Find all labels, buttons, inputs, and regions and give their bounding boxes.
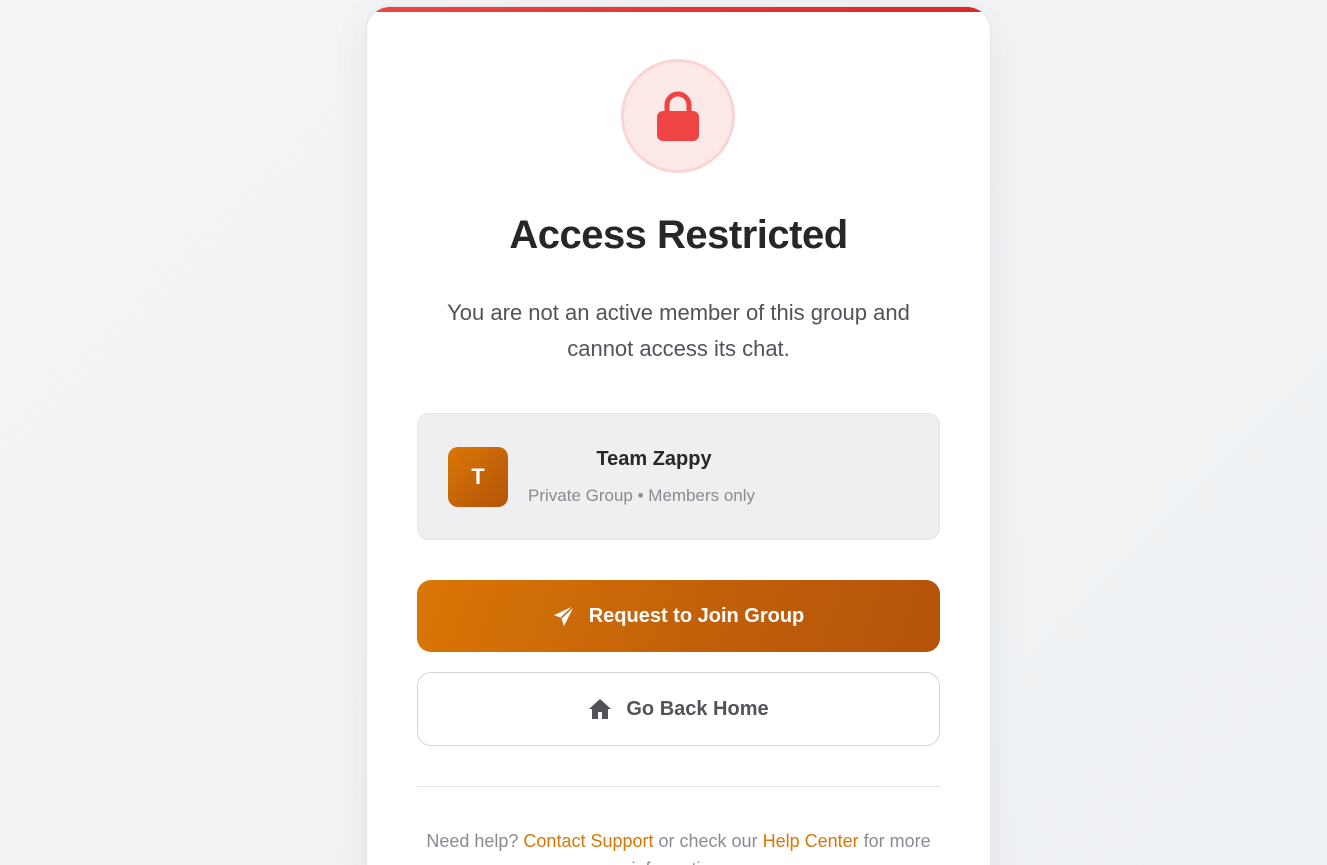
help-center-link[interactable]: Help Center — [763, 831, 859, 851]
group-avatar: T — [448, 447, 508, 507]
group-info-card: T Team Zappy Private Group • Members onl… — [417, 413, 940, 540]
home-icon — [589, 699, 612, 719]
contact-support-link[interactable]: Contact Support — [523, 831, 653, 851]
go-home-label: Go Back Home — [626, 697, 769, 720]
card-accent-bar — [367, 7, 990, 12]
paper-plane-icon — [553, 605, 575, 627]
access-card: Access Restricted You are not an active … — [366, 6, 991, 865]
lock-badge — [621, 59, 735, 173]
request-join-button[interactable]: Request to Join Group — [417, 580, 940, 652]
group-name: Team Zappy — [596, 448, 712, 470]
go-home-button[interactable]: Go Back Home — [417, 672, 940, 746]
group-meta: Private Group • Members only — [528, 486, 756, 505]
help-middle: or check our — [658, 831, 758, 851]
help-text: Need help? Contact Support or check our … — [417, 827, 940, 865]
divider — [417, 786, 940, 787]
request-join-label: Request to Join Group — [588, 604, 805, 627]
page-title: Access Restricted — [509, 213, 848, 257]
restriction-message: You are not an active member of this gro… — [447, 300, 910, 361]
lock-icon — [657, 91, 699, 141]
help-prefix: Need help? — [426, 831, 519, 851]
